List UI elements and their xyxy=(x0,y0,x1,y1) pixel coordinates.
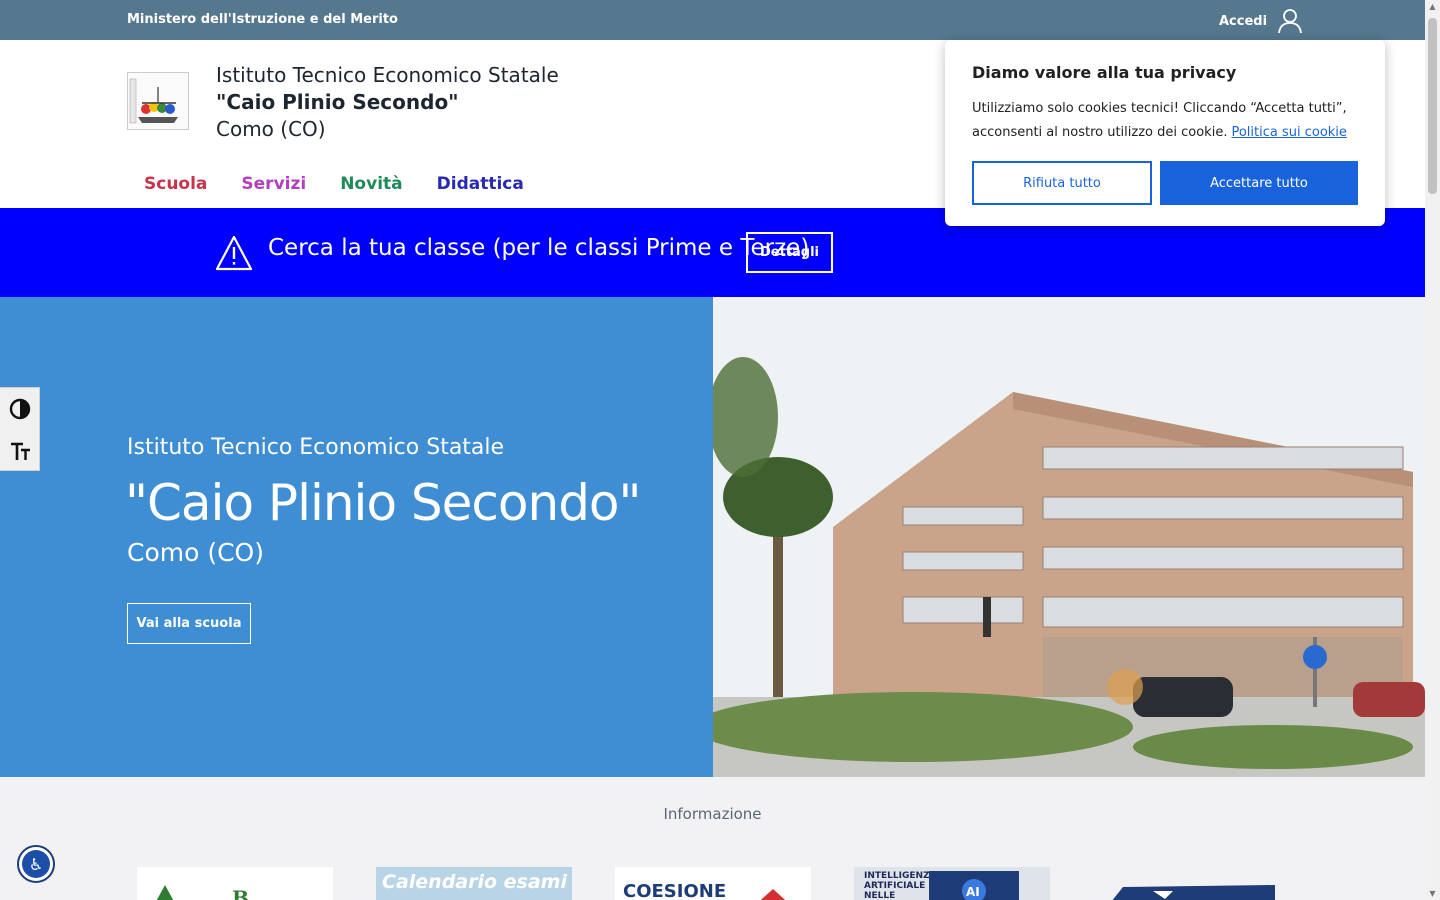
school-name-line1: Istituto Tecnico Economico Statale xyxy=(216,63,559,87)
scrollbar-thumb[interactable] xyxy=(1428,18,1437,194)
login-label: Accedi xyxy=(1219,13,1268,29)
nav-item-didattica[interactable]: Didattica xyxy=(420,174,541,194)
details-button[interactable]: Dettagli xyxy=(746,232,833,273)
svg-text:B: B xyxy=(232,886,249,900)
reject-all-button[interactable]: Rifiuta tutto xyxy=(972,161,1152,205)
info-card-1[interactable]: B xyxy=(137,867,333,900)
school-name[interactable]: Istituto Tecnico Economico Statale "Caio… xyxy=(216,62,559,143)
hero-panel: Istituto Tecnico Economico Statale "Caio… xyxy=(0,297,713,777)
info-title: Informazione xyxy=(663,805,762,823)
go-to-school-button[interactable]: Vai alla scuola xyxy=(127,603,251,644)
cookie-consent-dialog: Diamo valore alla tua privacy Utilizziam… xyxy=(945,40,1385,226)
scroll-down-icon[interactable]: ▼ xyxy=(1428,889,1437,898)
info-card-2-caption: Calendario esami xyxy=(382,871,567,893)
school-name-line3: Como (CO) xyxy=(216,117,326,141)
font-size-icon[interactable] xyxy=(0,430,39,472)
info-card-coesione[interactable]: COESIONE xyxy=(615,867,811,900)
scroll-up-icon[interactable]: ▲ xyxy=(1428,2,1437,11)
alert-message: Cerca la tua classe (per le classi Prime… xyxy=(268,235,810,261)
cookie-policy-link[interactable]: Politica sui cookie xyxy=(1231,125,1346,140)
svg-text:AI: AI xyxy=(966,885,980,899)
hero-city: Como (CO) xyxy=(127,538,264,567)
nav-item-scuola[interactable]: Scuola xyxy=(127,174,224,194)
nav-item-novita[interactable]: Novità xyxy=(323,174,419,194)
accept-all-button[interactable]: Accettare tutto xyxy=(1160,161,1358,205)
page-scrollbar[interactable]: ▲ ▼ xyxy=(1425,0,1440,900)
school-building-photo xyxy=(713,297,1425,777)
hero-title: "Caio Plinio Secondo" xyxy=(125,474,642,532)
contrast-toggle-icon[interactable] xyxy=(0,388,39,430)
accessibility-icon: ♿ xyxy=(22,850,50,878)
school-logo[interactable] xyxy=(127,72,189,130)
main-nav: Scuola Servizi Novità Didattica xyxy=(127,174,541,194)
login-button[interactable]: Accedi xyxy=(1219,8,1303,34)
info-card-ai[interactable]: INTELLIGENZA ARTIFICIALE NELLE SCUOLE AI xyxy=(854,867,1050,900)
hero-subtitle: Istituto Tecnico Economico Statale xyxy=(127,435,505,460)
cookie-body: Utilizziamo solo cookies tecnici! Clicca… xyxy=(972,97,1362,145)
school-name-line2: "Caio Plinio Secondo" xyxy=(216,90,459,114)
user-icon xyxy=(1278,9,1302,34)
cookie-title: Diamo valore alla tua privacy xyxy=(972,63,1237,82)
ministry-link[interactable]: Ministero dell'Istruzione e del Merito xyxy=(127,12,398,27)
warning-icon xyxy=(215,235,253,271)
top-bar: Ministero dell'Istruzione e del Merito A… xyxy=(0,0,1425,40)
info-card-calendario-esami[interactable]: Calendario esami xyxy=(376,867,572,900)
nav-item-servizi[interactable]: Servizi xyxy=(224,174,323,194)
info-card-5[interactable] xyxy=(1093,867,1289,900)
accessibility-toolbar xyxy=(0,387,40,471)
info-section: Informazione B Calendario esami COESIONE… xyxy=(0,777,1425,900)
accessibility-menu-button[interactable]: ♿ xyxy=(17,845,55,883)
